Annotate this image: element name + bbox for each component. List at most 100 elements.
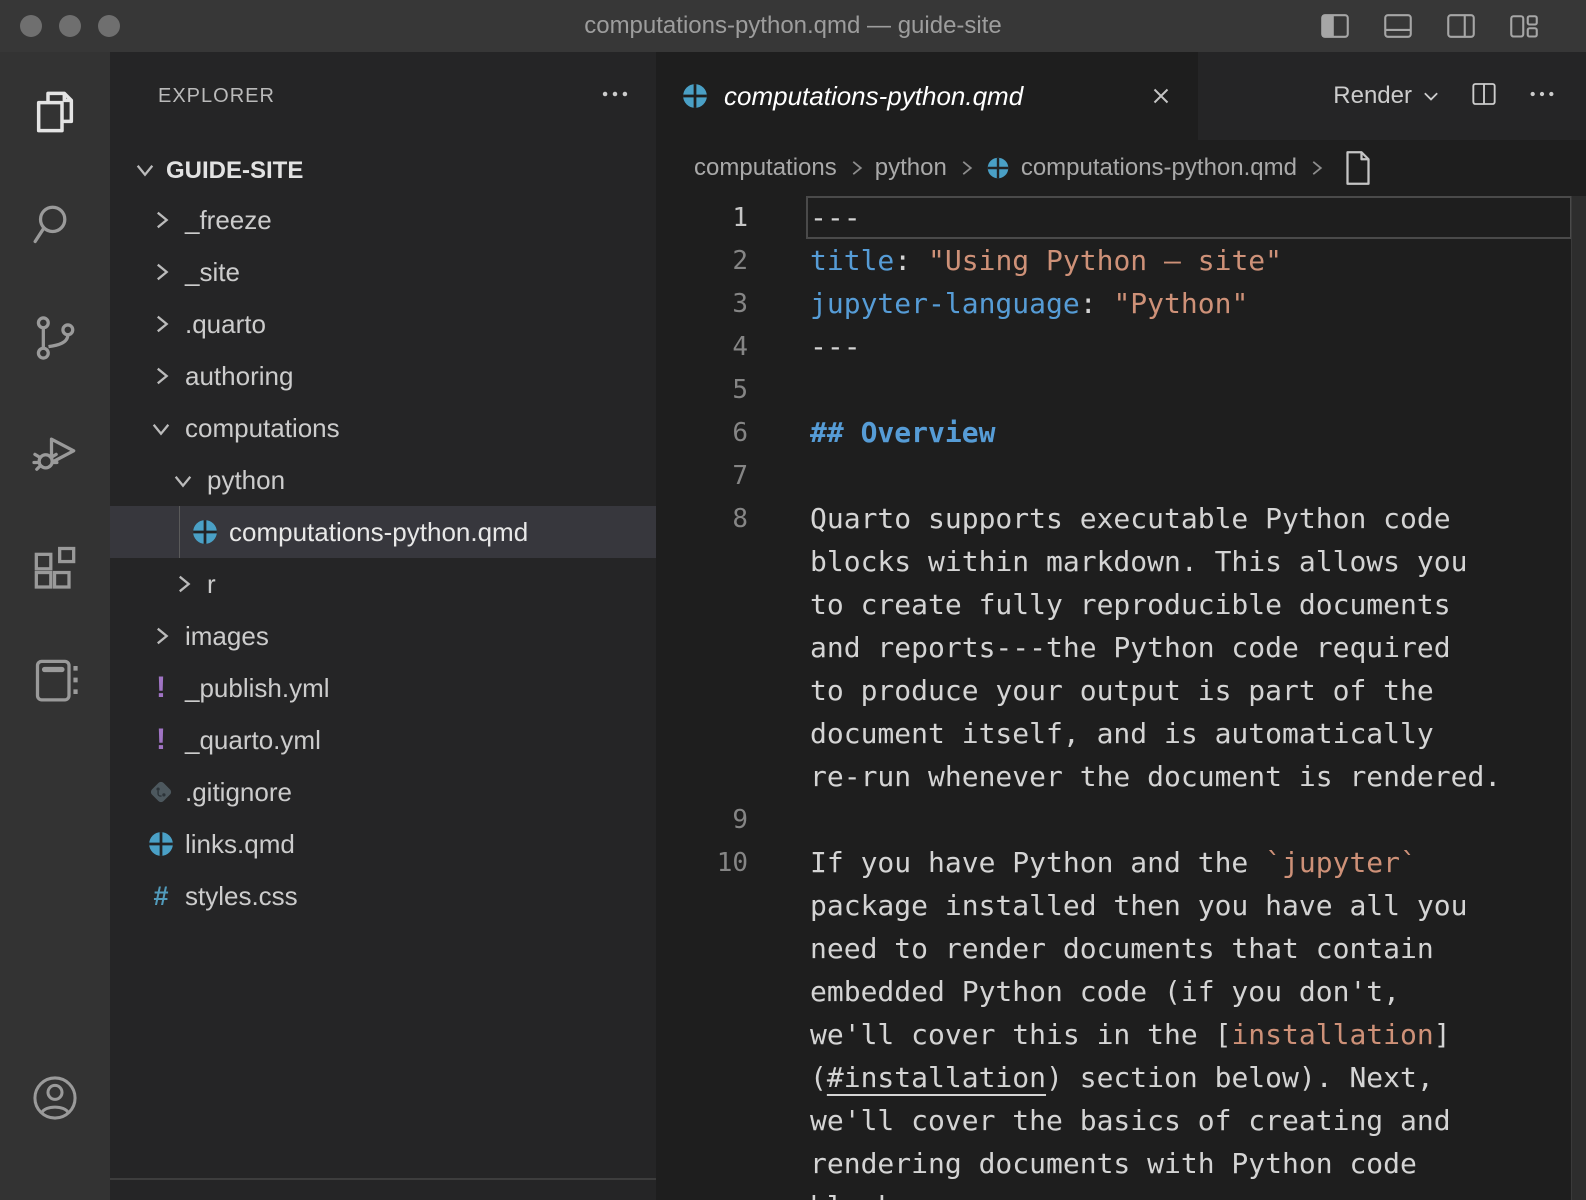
code-text: title <box>810 244 894 277</box>
run-and-debug-icon[interactable] <box>27 424 83 480</box>
tree-item-authoring[interactable]: authoring <box>110 350 656 402</box>
tree-item-label: .quarto <box>185 309 266 340</box>
tree-item-r[interactable]: r <box>110 558 656 610</box>
quarto-file-icon <box>190 517 220 547</box>
tree-section-guide-site[interactable]: GUIDE-SITE <box>110 148 656 194</box>
code-lines[interactable]: 1---2title: "Using Python — site"3jupyte… <box>656 196 1586 1200</box>
tree-item-images[interactable]: images <box>110 610 656 662</box>
split-editor-icon[interactable] <box>1468 78 1500 115</box>
close-button[interactable] <box>20 15 42 37</box>
layout-actions <box>1317 8 1586 44</box>
section-label: GUIDE-SITE <box>166 157 303 185</box>
code-row[interactable]: 1--- <box>656 196 1586 239</box>
editor-scrollbar[interactable] <box>1571 196 1586 1200</box>
chevron-right-icon <box>955 157 977 179</box>
tree-item-computations-python-qmd[interactable]: computations-python.qmd <box>110 506 656 558</box>
line-number: 4 <box>656 332 810 362</box>
manage-gear-icon[interactable] <box>27 1194 83 1200</box>
code-row[interactable]: re-run whenever the document is rendered… <box>656 755 1586 798</box>
code-row[interactable]: 9 <box>656 798 1586 841</box>
tree-item--site[interactable]: _site <box>110 246 656 298</box>
chevron-right-icon <box>1305 157 1327 179</box>
tree-item--freeze[interactable]: _freeze <box>110 194 656 246</box>
chevron-right-icon <box>845 157 867 179</box>
code-row[interactable]: 2title: "Using Python — site" <box>656 239 1586 282</box>
render-button[interactable]: Render <box>1333 82 1442 110</box>
tree-item-computations[interactable]: computations <box>110 402 656 454</box>
toggle-primary-sidebar-icon[interactable] <box>1317 8 1353 44</box>
code-text: document itself, and is automatically <box>810 717 1434 750</box>
code-row[interactable]: we'll cover the basics of creating and <box>656 1099 1586 1142</box>
code-row[interactable]: and reports---the Python code required <box>656 626 1586 669</box>
code-row[interactable]: 4--- <box>656 325 1586 368</box>
code-row[interactable]: need to render documents that contain <box>656 927 1586 970</box>
zoom-button[interactable] <box>98 15 120 37</box>
code-row[interactable]: document itself, and is automatically <box>656 712 1586 755</box>
yaml-file-icon: ! <box>146 725 176 755</box>
notebook-icon[interactable] <box>27 652 83 708</box>
chevron-right-icon <box>146 257 176 287</box>
indent-guide <box>179 506 180 558</box>
tree-item-python[interactable]: python <box>110 454 656 506</box>
tree-item--publish-yml[interactable]: !_publish.yml <box>110 662 656 714</box>
code-text: installation <box>1231 1018 1433 1051</box>
code-row[interactable]: 6## Overview <box>656 411 1586 454</box>
line-number: 9 <box>656 805 810 835</box>
code-row[interactable]: (#installation) section below). Next, <box>656 1056 1586 1099</box>
sidebar-explorer: EXPLORER GUIDE-SITE _freeze_site.quartoa… <box>110 52 656 1200</box>
tree-item-label: r <box>207 569 216 600</box>
code-text: `jupyter` <box>1265 846 1417 879</box>
code-row[interactable]: 8Quarto supports executable Python code <box>656 497 1586 540</box>
extensions-icon[interactable] <box>27 538 83 594</box>
tree-item-label: images <box>185 621 269 652</box>
breadcrumb-item-computations-python-qmd[interactable]: computations-python.qmd <box>1021 154 1297 182</box>
toggle-secondary-sidebar-icon[interactable] <box>1443 8 1479 44</box>
breadcrumb-item-python[interactable]: python <box>875 154 947 182</box>
tree-item--gitignore[interactable]: .gitignore <box>110 766 656 818</box>
search-icon[interactable] <box>27 196 83 252</box>
tab-label: computations-python.qmd <box>724 81 1023 112</box>
chevron-right-icon <box>146 309 176 339</box>
account-icon[interactable] <box>27 1070 83 1126</box>
code-row[interactable]: embedded Python code (if you don't, <box>656 970 1586 1013</box>
tree-item-label: _quarto.yml <box>185 725 321 756</box>
code-row[interactable]: blocks within markdown. This allows you <box>656 540 1586 583</box>
breadcrumb-item-computations[interactable]: computations <box>694 154 837 182</box>
code-row[interactable]: 5 <box>656 368 1586 411</box>
activity-bar <box>0 52 110 1200</box>
minimize-button[interactable] <box>59 15 81 37</box>
tree-item--quarto-yml[interactable]: ! _quarto.yml <box>110 714 656 766</box>
code-text: re-run whenever the document is rendered… <box>810 760 1501 793</box>
code-row[interactable]: 10If you have Python and the `jupyter` <box>656 841 1586 884</box>
code-row[interactable]: blocks. <box>656 1185 1586 1200</box>
css-file-icon: # <box>146 881 176 911</box>
code-row[interactable]: to produce your output is part of the <box>656 669 1586 712</box>
code-row[interactable]: we'll cover this in the [installation] <box>656 1013 1586 1056</box>
code-text: : <box>1080 287 1114 320</box>
explorer-more-actions-icon[interactable] <box>598 77 632 116</box>
code-row[interactable]: to create fully reproducible documents <box>656 583 1586 626</box>
more-actions-icon[interactable] <box>1526 78 1558 115</box>
code-text: Quarto supports executable Python code <box>810 502 1451 535</box>
line-number: 3 <box>656 289 810 319</box>
title-bar: computations-python.qmd — guide-site <box>0 0 1586 52</box>
tree-item-styles-css[interactable]: #styles.css <box>110 870 656 922</box>
customize-layout-icon[interactable] <box>1506 8 1542 44</box>
close-icon[interactable] <box>1148 83 1174 109</box>
toggle-panel-icon[interactable] <box>1380 8 1416 44</box>
source-control-icon[interactable] <box>27 310 83 366</box>
tree-item-label: _freeze <box>185 205 272 236</box>
outline-section-header[interactable]: OUTLINE <box>110 1178 656 1200</box>
line-number: 10 <box>656 848 810 878</box>
explorer-icon[interactable] <box>27 84 83 140</box>
tab-computations-python[interactable]: computations-python.qmd <box>656 52 1198 140</box>
chevron-right-icon <box>168 569 198 599</box>
code-row[interactable]: rendering documents with Python code <box>656 1142 1586 1185</box>
code-row[interactable]: package installed then you have all you <box>656 884 1586 927</box>
code-row[interactable]: 3jupyter-language: "Python" <box>656 282 1586 325</box>
file-icon <box>1337 147 1379 189</box>
code-text: to create fully reproducible documents <box>810 588 1451 621</box>
tree-item--quarto[interactable]: .quarto <box>110 298 656 350</box>
code-row[interactable]: 7 <box>656 454 1586 497</box>
tree-item-links-qmd[interactable]: links.qmd <box>110 818 656 870</box>
